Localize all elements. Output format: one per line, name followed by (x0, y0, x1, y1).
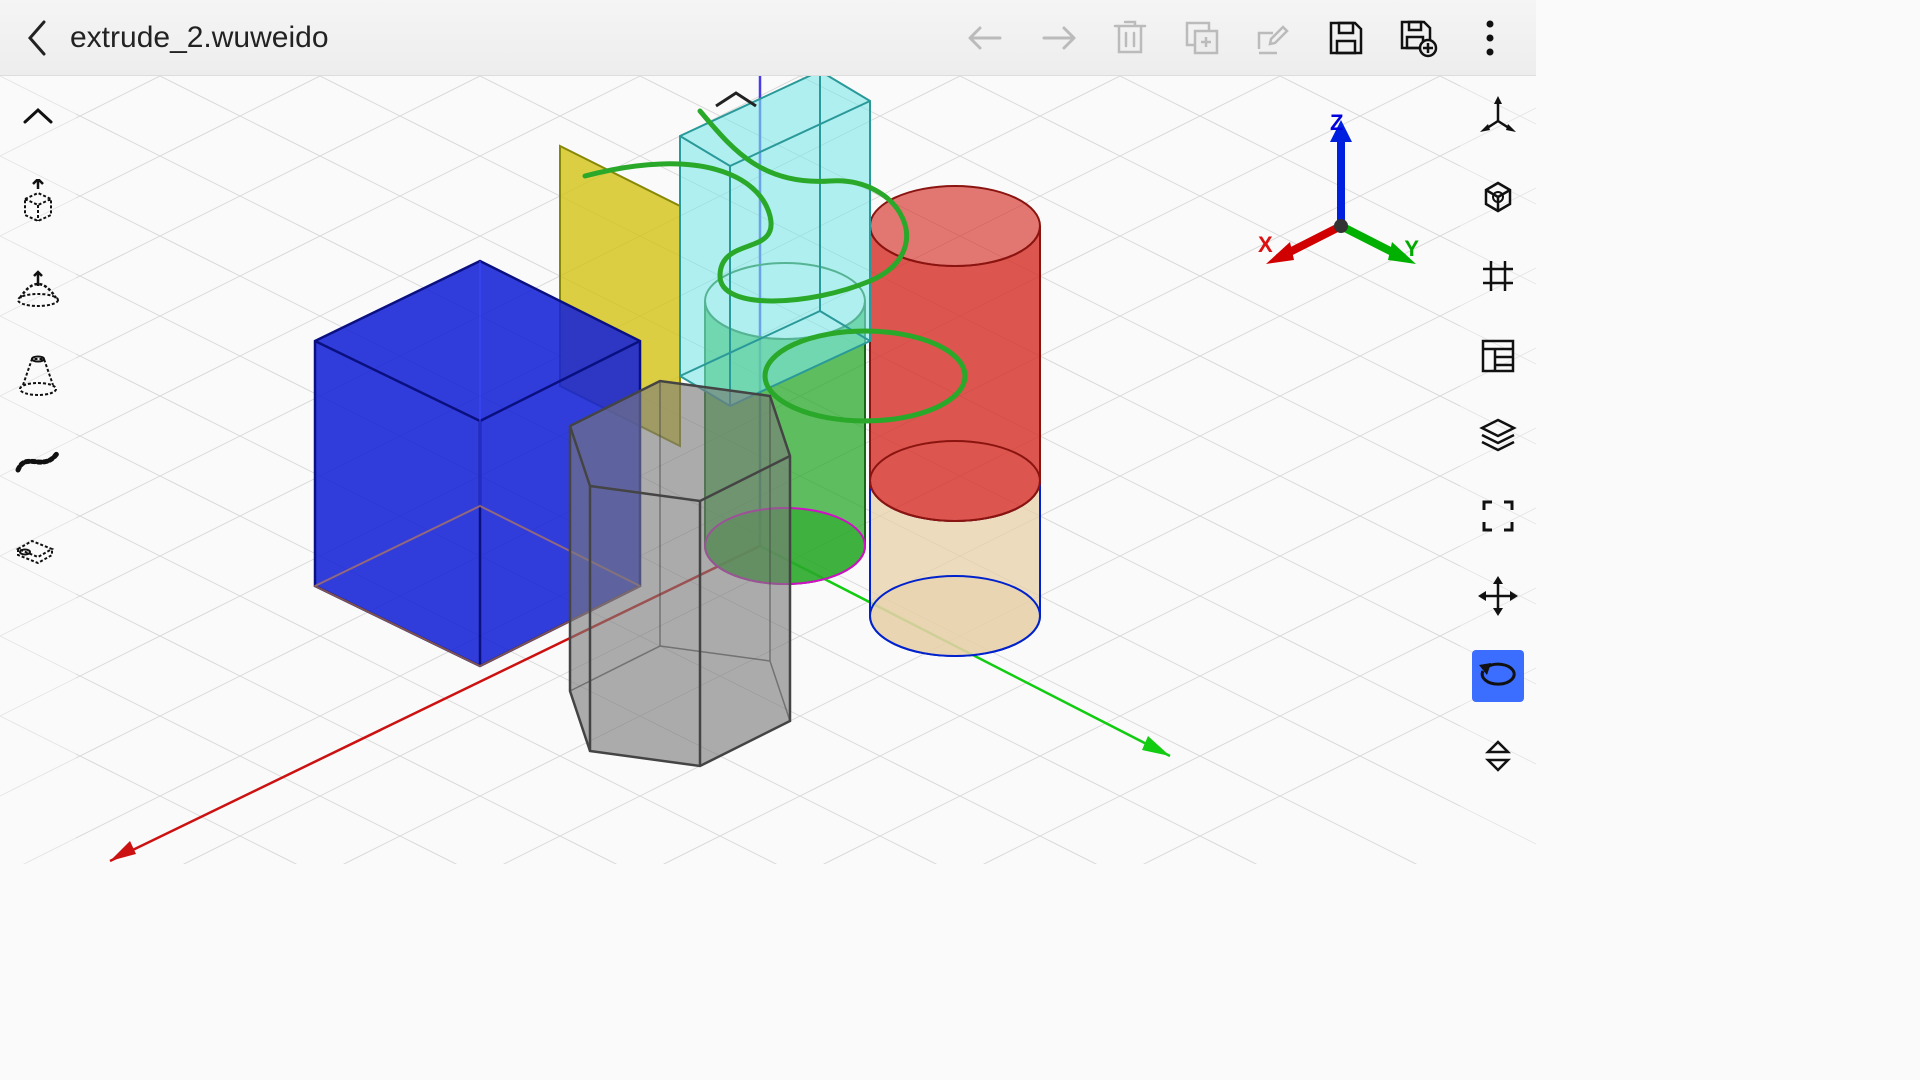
fullscreen-icon (1480, 498, 1516, 534)
rotate-button[interactable] (1472, 650, 1524, 702)
view-cube-button[interactable] (1472, 170, 1524, 222)
fullscreen-button[interactable] (1472, 490, 1524, 542)
axis-label-y: Y (1404, 236, 1419, 262)
grid-icon (1479, 257, 1517, 295)
save-button[interactable] (1324, 16, 1368, 60)
more-vert-icon (1485, 18, 1495, 58)
axis-label-z: Z (1330, 110, 1343, 136)
save-as-button[interactable] (1396, 16, 1440, 60)
panel-icon (1479, 337, 1517, 375)
loft-icon (15, 351, 61, 397)
zoom-updown-icon (1480, 736, 1516, 776)
pan-button[interactable] (1472, 570, 1524, 622)
extrude-tool[interactable] (12, 176, 64, 228)
chevron-up-icon (21, 106, 55, 126)
layers-icon (1478, 418, 1518, 454)
extrude-icon (15, 179, 61, 225)
arrow-right-icon (1036, 22, 1080, 54)
rotate-icon (1477, 661, 1519, 691)
delete-button[interactable] (1108, 16, 1152, 60)
edit-button[interactable] (1252, 16, 1296, 60)
file-title: extrude_2.wuweido (70, 21, 964, 55)
cube-view-icon (1478, 176, 1518, 216)
copy-button[interactable] (1180, 16, 1224, 60)
revolve-icon (14, 268, 62, 308)
save-plus-icon (1398, 18, 1438, 58)
layers-button[interactable] (1472, 410, 1524, 462)
back-button[interactable] (12, 13, 62, 63)
view-axes-button[interactable] (1472, 90, 1524, 142)
collapse-toolbar-button[interactable] (12, 90, 64, 142)
trash-icon (1111, 18, 1149, 58)
header: extrude_2.wuweido (0, 0, 1536, 76)
shape-gray-hexagon (570, 381, 790, 766)
right-toolbar (1460, 76, 1536, 864)
pipe-icon (14, 527, 62, 565)
pencil-icon (1255, 19, 1293, 57)
sweep-icon (14, 440, 62, 480)
zoom-button[interactable] (1472, 730, 1524, 782)
arrow-left-icon (964, 22, 1008, 54)
viewport-3d[interactable]: X Y Z (0, 76, 1536, 864)
chevron-left-icon (26, 18, 48, 58)
layers-panel-button[interactable] (1472, 330, 1524, 382)
header-actions (964, 16, 1524, 60)
axis-gizmo[interactable]: X Y Z (1256, 116, 1426, 296)
loft-tool[interactable] (12, 348, 64, 400)
left-toolbar (0, 76, 76, 864)
pan-icon (1478, 576, 1518, 616)
menu-button[interactable] (1468, 16, 1512, 60)
undo-button[interactable] (964, 16, 1008, 60)
revolve-tool[interactable] (12, 262, 64, 314)
axes-icon (1478, 96, 1518, 136)
save-icon (1327, 19, 1365, 57)
grid-toggle-button[interactable] (1472, 250, 1524, 302)
copy-icon (1183, 19, 1221, 57)
axis-label-x: X (1258, 232, 1273, 258)
pipe-tool[interactable] (12, 520, 64, 572)
sweep-tool[interactable] (12, 434, 64, 486)
redo-button[interactable] (1036, 16, 1080, 60)
